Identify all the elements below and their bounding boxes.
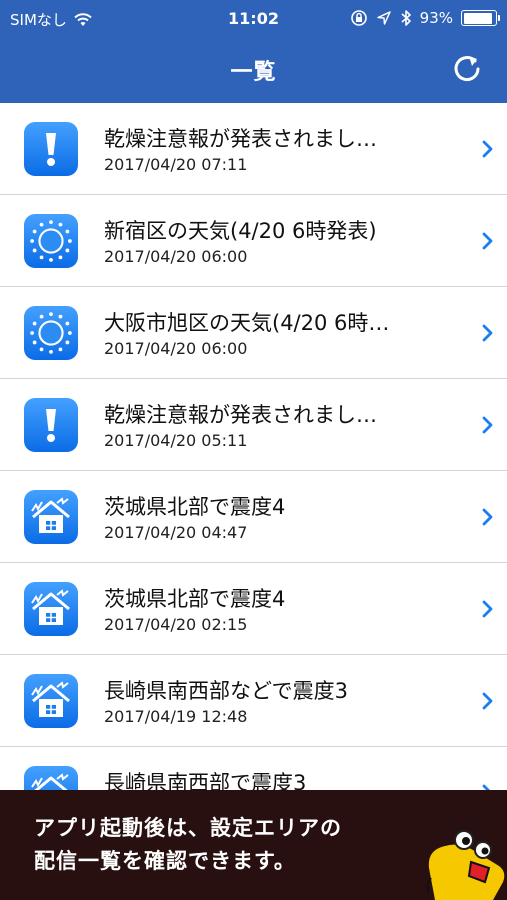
status-right: 93% — [350, 9, 500, 27]
mascot-icon — [426, 830, 505, 900]
earthquake-icon — [24, 490, 78, 544]
item-date: 2017/04/20 04:47 — [104, 523, 248, 542]
sun-icon — [24, 306, 78, 360]
battery-icon — [461, 10, 500, 26]
chevron-right-icon — [482, 140, 493, 158]
lock-rotation-icon — [350, 10, 367, 26]
item-date: 2017/04/20 06:00 — [104, 247, 248, 266]
chevron-right-icon — [482, 232, 493, 250]
alert-icon — [24, 398, 78, 452]
battery-percent: 93% — [419, 9, 453, 27]
chevron-right-icon — [482, 508, 493, 526]
chevron-right-icon — [482, 692, 493, 710]
page-title: 一覧 — [230, 60, 277, 85]
item-title: 長崎県南西部などで震度3 — [104, 679, 348, 703]
list-item[interactable]: 乾燥注意報が発表されまし… 2017/04/20 07:11 — [0, 103, 507, 195]
banner-text: アプリ起動後は、設定エリアの 配信一覧を確認できます。 — [34, 816, 342, 873]
earthquake-icon — [24, 582, 78, 636]
chevron-right-icon — [482, 600, 493, 618]
list-item[interactable]: 長崎県南西部などで震度3 2017/04/19 12:48 — [0, 655, 507, 747]
list-item[interactable]: 新宿区の天気(4/20 6時発表) 2017/04/20 06:00 — [0, 195, 507, 287]
alert-icon — [24, 122, 78, 176]
item-title: 大阪市旭区の天気(4/20 6時… — [104, 311, 390, 335]
location-icon — [376, 11, 391, 25]
sun-icon — [24, 214, 78, 268]
refresh-button[interactable] — [449, 50, 485, 86]
item-title: 茨城県北部で震度4 — [104, 495, 286, 519]
chevron-right-icon — [482, 416, 493, 434]
item-date: 2017/04/20 05:11 — [104, 431, 248, 450]
item-date: 2017/04/20 07:11 — [104, 155, 248, 174]
list-item[interactable]: 茨城県北部で震度4 2017/04/20 04:47 — [0, 471, 507, 563]
refresh-icon — [454, 56, 480, 82]
earthquake-icon — [24, 674, 78, 728]
item-title: 茨城県北部で震度4 — [104, 587, 286, 611]
item-date: 2017/04/20 06:00 — [104, 339, 248, 358]
battery-level — [463, 12, 493, 24]
chevron-right-icon — [482, 324, 493, 342]
header: SIMなし 11:02 93% 一覧 — [0, 0, 507, 103]
notification-list: 乾燥注意報が発表されまし… 2017/04/20 07:11 新宿区の天気(4/20… — [0, 103, 507, 839]
bluetooth-icon — [401, 10, 411, 26]
status-bar: SIMなし 11:02 93% — [0, 0, 507, 36]
item-date: 2017/04/20 02:15 — [104, 615, 248, 634]
list-item[interactable]: 乾燥注意報が発表されまし… 2017/04/20 05:11 — [0, 379, 507, 471]
item-title: 乾燥注意報が発表されまし… — [104, 127, 377, 151]
list-item[interactable]: 大阪市旭区の天気(4/20 6時… 2017/04/20 06:00 — [0, 287, 507, 379]
list-item[interactable]: 茨城県北部で震度4 2017/04/20 02:15 — [0, 563, 507, 655]
item-title: 新宿区の天気(4/20 6時発表) — [104, 219, 377, 243]
hint-banner[interactable]: アプリ起動後は、設定エリアの 配信一覧を確認できます。 — [0, 790, 507, 900]
item-title: 乾燥注意報が発表されまし… — [104, 403, 377, 427]
item-date: 2017/04/19 12:48 — [104, 707, 248, 726]
